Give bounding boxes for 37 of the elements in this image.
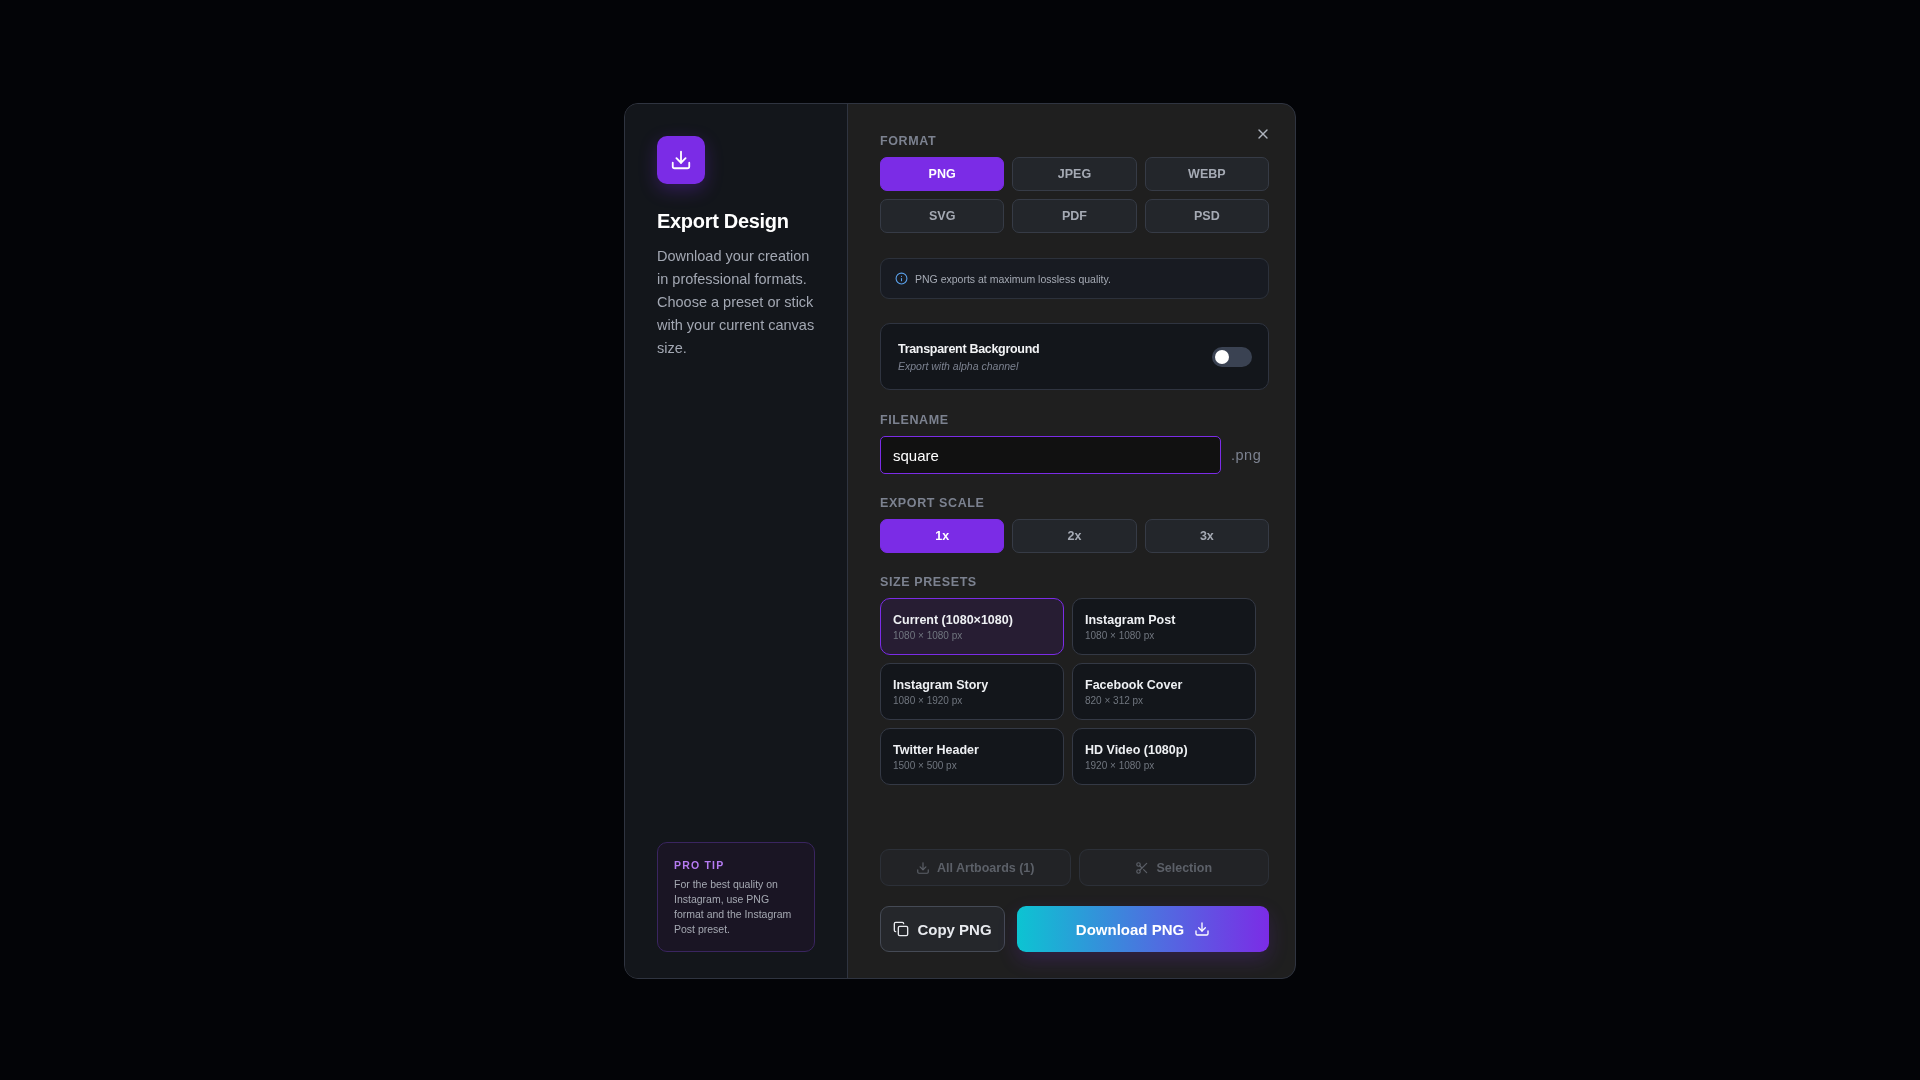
file-extension: .png xyxy=(1231,447,1262,463)
copy-icon xyxy=(893,921,910,937)
size-preset-card[interactable]: Instagram Post 1080 × 1080 px xyxy=(1072,598,1256,655)
scale-option[interactable]: 1x xyxy=(880,519,1005,553)
size-preset-card[interactable]: Twitter Header 1500 × 500 px xyxy=(880,728,1064,785)
dialog-description: Download your creation in professional formats. Choose a preset or stick with your current canvas size. xyxy=(657,247,815,358)
toggle-subtitle: Export with alpha channel xyxy=(898,359,1020,372)
dialog-title: Export Design xyxy=(657,210,790,233)
format-option[interactable]: PSD xyxy=(1144,199,1269,233)
section-label: FILENAME xyxy=(880,413,950,427)
filename-field[interactable]: square xyxy=(880,436,1221,474)
download-icon xyxy=(916,860,930,875)
pro-tip-text: For the best quality on Instagram, use PNG format and the Instagram Post preset. xyxy=(674,877,793,937)
scale-option[interactable]: 3x xyxy=(1144,519,1269,553)
copy-button[interactable]: Copy PNG xyxy=(880,906,1005,952)
size-preset-card[interactable]: Instagram Story 1080 × 1920 px xyxy=(880,663,1064,720)
toggle-switch[interactable] xyxy=(1212,346,1252,367)
info-icon xyxy=(895,272,908,285)
toggle-title: Transparent Background xyxy=(898,341,1040,356)
section-label: SIZE PRESETS xyxy=(880,575,978,589)
scale-option[interactable]: 2x xyxy=(1012,519,1137,553)
download-icon xyxy=(1194,921,1211,937)
download-button[interactable]: Download PNG xyxy=(1017,906,1269,952)
format-option[interactable]: JPEG xyxy=(1012,157,1137,191)
size-preset-card[interactable]: HD Video (1080p) 1920 × 1080 px xyxy=(1072,728,1256,785)
section-label: EXPORT SCALE xyxy=(880,496,986,510)
size-preset-card[interactable]: Current (1080×1080) 1080 × 1080 px xyxy=(880,598,1064,655)
info-text: PNG exports at maximum lossless quality. xyxy=(915,272,1111,285)
format-option[interactable]: SVG xyxy=(880,199,1005,233)
size-preset-card[interactable]: Facebook Cover 820 × 312 px xyxy=(1072,663,1256,720)
pro-tip-label: PRO TIP xyxy=(674,859,726,871)
format-option[interactable]: PDF xyxy=(1012,199,1137,233)
scissors-icon xyxy=(1135,860,1150,875)
format-option[interactable]: WEBP xyxy=(1144,157,1269,191)
download-icon xyxy=(657,136,705,184)
section-label: FORMAT xyxy=(880,134,938,148)
format-option[interactable]: PNG xyxy=(880,157,1005,191)
